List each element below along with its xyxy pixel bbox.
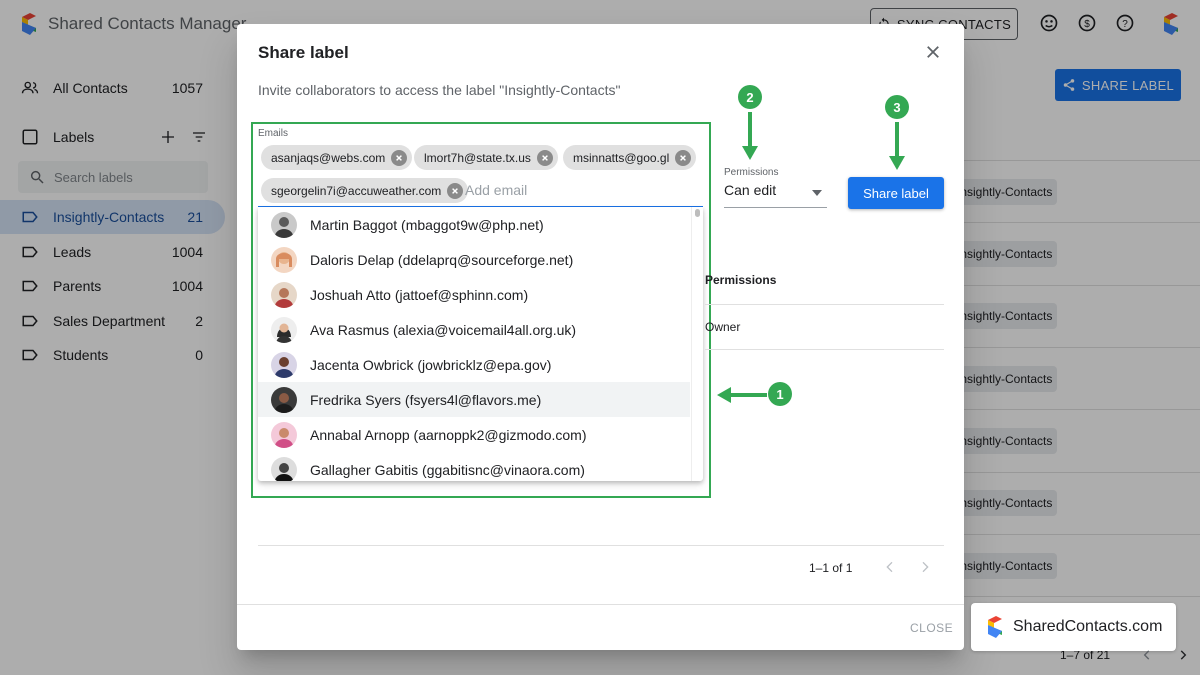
step-badge-2: 2 — [738, 85, 762, 109]
chevron-left-icon[interactable] — [1140, 648, 1154, 662]
arrow-left-icon — [717, 387, 767, 403]
permissions-select[interactable]: Can edit — [724, 182, 827, 208]
close-button[interactable]: CLOSE — [910, 621, 953, 635]
table-divider — [705, 304, 944, 305]
remove-chip-icon[interactable] — [391, 149, 408, 166]
step-badge-3: 3 — [885, 95, 909, 119]
suggestion-item[interactable]: Jacenta Owbrick (jowbricklz@epa.gov) — [258, 347, 690, 382]
email-chip-text: lmort7h@state.tx.us — [424, 150, 531, 165]
email-chip-text: sgeorgelin7i@accuweather.com — [271, 183, 442, 198]
watermark: SharedContacts.com — [971, 603, 1176, 651]
suggestion-text: Annabal Arnopp (aarnoppk2@gizmodo.com) — [310, 426, 587, 443]
chevron-right-icon[interactable] — [917, 559, 933, 575]
emails-field-label: Emails — [258, 128, 289, 139]
dialog-subtitle: Invite collaborators to access the label… — [258, 82, 621, 98]
email-chip[interactable]: msinnatts@goo.gl — [563, 145, 697, 170]
permission-cell: Owner — [705, 320, 741, 334]
permissions-column-header: Permissions — [705, 273, 777, 287]
suggestion-text: Daloris Delap (ddelaprq@sourceforge.net) — [310, 251, 574, 268]
suggestion-text: Ava Rasmus (alexia@voicemail4all.org.uk) — [310, 321, 577, 338]
dialog-title: Share label — [258, 43, 349, 62]
suggestion-text: Gallagher Gabitis (ggabitisnc@vinaora.co… — [310, 461, 585, 478]
permissions-value: Can edit — [724, 182, 777, 198]
close-icon[interactable] — [924, 43, 942, 61]
scrollbar-thumb[interactable] — [695, 209, 700, 217]
table-divider — [258, 545, 944, 546]
suggestion-item[interactable]: Ava Rasmus (alexia@voicemail4all.org.uk) — [258, 312, 690, 347]
share-label-dialog: Share label Invite collaborators to acce… — [237, 24, 964, 650]
email-chip[interactable]: asanjaqs@webs.com — [261, 145, 413, 170]
suggestion-text: Jacenta Owbrick (jowbricklz@epa.gov) — [310, 356, 552, 373]
avatar — [271, 421, 297, 448]
arrow-down-icon — [742, 112, 758, 160]
email-chip-text: asanjaqs@webs.com — [271, 150, 386, 165]
suggestion-text: Martin Baggot (mbaggot9w@php.net) — [310, 216, 544, 233]
suggestion-item[interactable]: Martin Baggot (mbaggot9w@php.net) — [258, 207, 690, 242]
email-chip-text: msinnatts@goo.gl — [573, 150, 670, 165]
remove-chip-icon[interactable] — [536, 149, 553, 166]
dropdown-scrollbar[interactable] — [691, 207, 703, 481]
table-divider — [705, 349, 944, 350]
suggestion-item[interactable]: Daloris Delap (ddelaprq@sourceforge.net) — [258, 242, 690, 277]
add-email-input[interactable] — [465, 182, 665, 198]
chevron-left-icon[interactable] — [882, 559, 898, 575]
suggestion-text: Fredrika Syers (fsyers4l@flavors.me) — [310, 391, 542, 408]
chevron-down-icon — [812, 190, 822, 196]
dialog-footer-divider — [237, 604, 964, 605]
arrow-down-icon — [889, 122, 905, 170]
remove-chip-icon[interactable] — [447, 182, 464, 199]
dialog-pager: 1–1 of 1 — [809, 561, 853, 575]
avatar — [271, 456, 297, 481]
suggestion-item[interactable]: Fredrika Syers (fsyers4l@flavors.me) — [258, 382, 690, 417]
suggestion-item[interactable]: Joshuah Atto (jattoef@sphinn.com) — [258, 277, 690, 312]
avatar — [271, 246, 297, 273]
avatar — [271, 281, 297, 308]
suggestion-item[interactable]: Gallagher Gabitis (ggabitisnc@vinaora.co… — [258, 452, 690, 481]
step-badge-1: 1 — [768, 382, 792, 406]
email-chip[interactable]: lmort7h@state.tx.us — [414, 145, 558, 170]
avatar — [271, 211, 297, 238]
avatar — [271, 386, 297, 413]
suggestion-item[interactable]: Annabal Arnopp (aarnoppk2@gizmodo.com) — [258, 417, 690, 452]
suggestion-text: Joshuah Atto (jattoef@sphinn.com) — [310, 286, 529, 303]
avatar — [271, 351, 297, 378]
email-chip[interactable]: sgeorgelin7i@accuweather.com — [261, 178, 469, 203]
remove-chip-icon[interactable] — [675, 149, 692, 166]
email-suggestions-dropdown: Martin Baggot (mbaggot9w@php.net) Dalori… — [258, 207, 703, 481]
share-label-button[interactable]: Share label — [848, 177, 944, 209]
chevron-right-icon[interactable] — [1176, 648, 1190, 662]
avatar — [271, 316, 297, 343]
sharedcontacts-logo-icon — [988, 616, 1002, 638]
watermark-text: SharedContacts.com — [1013, 618, 1163, 635]
permissions-field-label: Permissions — [724, 167, 779, 178]
